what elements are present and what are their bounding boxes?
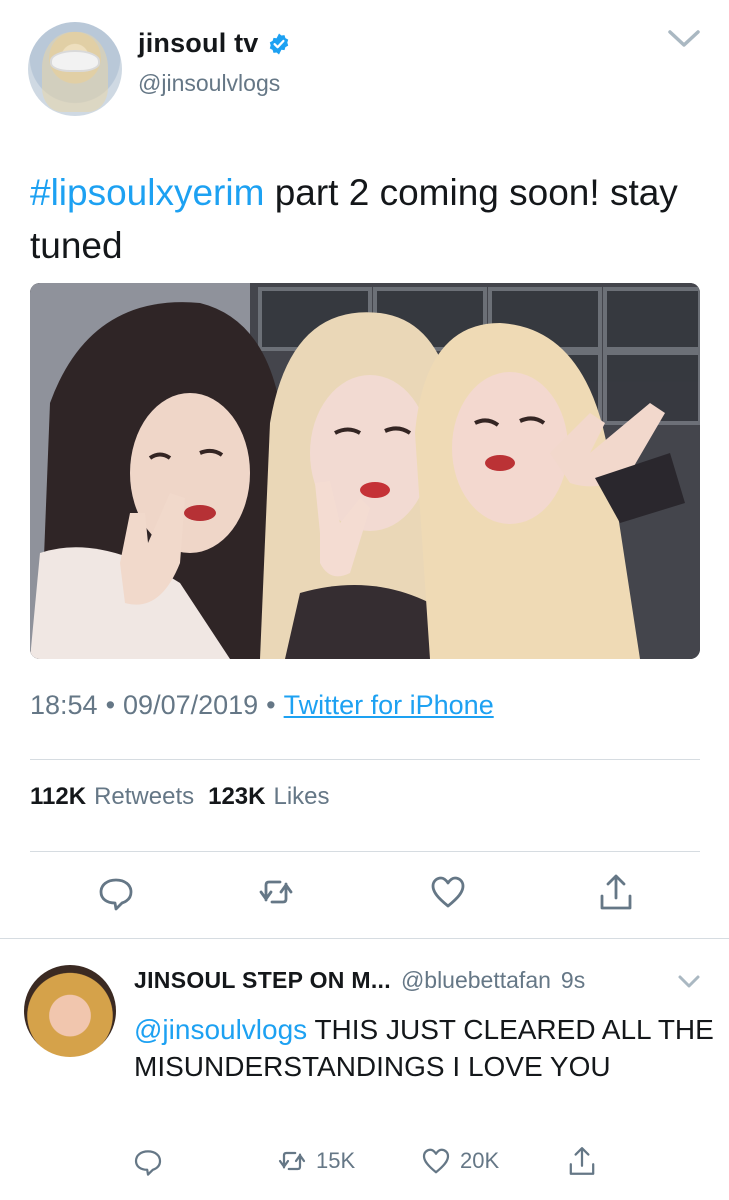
reply-header: JINSOUL STEP ON M... @bluebettafan 9s xyxy=(134,967,585,994)
reply-reply-button[interactable] xyxy=(132,1139,164,1183)
reply-like-button[interactable]: 20K xyxy=(420,1139,499,1183)
reply-action-bar: 15K 20K xyxy=(0,1139,729,1183)
reply-text: @jinsoulvlogs THIS JUST CLEARED ALL THE … xyxy=(134,1011,714,1085)
meta-separator: • xyxy=(105,690,116,720)
meta-separator: • xyxy=(266,690,276,720)
reply-share-button[interactable] xyxy=(566,1139,598,1183)
author-name-row: jinsoul tv xyxy=(138,28,291,59)
retweet-icon xyxy=(278,1151,306,1171)
author-handle[interactable]: @jinsoulvlogs xyxy=(138,70,280,97)
tweet-action-bar xyxy=(0,872,729,920)
likes-stat[interactable]: 123K Likes xyxy=(208,783,329,811)
reply-display-name[interactable]: JINSOUL STEP ON M... xyxy=(134,967,391,994)
chevron-down-icon[interactable] xyxy=(666,26,702,52)
reply-author-avatar[interactable] xyxy=(24,965,116,1057)
tweet-photo[interactable] xyxy=(30,283,700,659)
reply-retweet-count: 15K xyxy=(316,1148,356,1173)
divider xyxy=(30,759,700,760)
avatar-hair xyxy=(42,32,108,112)
heart-icon xyxy=(422,1148,450,1174)
reply-like-count: 20K xyxy=(460,1148,500,1173)
reply-icon xyxy=(134,1150,162,1176)
retweets-stat[interactable]: 112K Retweets xyxy=(30,783,194,811)
verified-badge-icon xyxy=(269,33,288,54)
reply-icon[interactable] xyxy=(96,872,136,912)
divider xyxy=(30,851,700,852)
tweet-metadata: 18:54 • 09/07/2019 • Twitter for iPhone xyxy=(30,690,494,721)
tweet-source-link[interactable]: Twitter for iPhone xyxy=(284,690,494,721)
retweets-count: 112K xyxy=(30,783,87,810)
reply-mention-link[interactable]: @jinsoulvlogs xyxy=(134,1014,307,1045)
heart-icon[interactable] xyxy=(428,872,468,912)
likes-label: Likes xyxy=(273,783,330,810)
author-display-name[interactable]: jinsoul tv xyxy=(138,28,259,59)
reply-time: 9s xyxy=(560,967,586,993)
share-icon[interactable] xyxy=(596,872,636,912)
likes-count: 123K xyxy=(208,783,266,810)
retweet-icon[interactable] xyxy=(256,872,296,912)
retweets-label: Retweets xyxy=(94,783,195,810)
tweet-time: 18:54 xyxy=(30,690,98,720)
reply-handle[interactable]: @bluebettafan xyxy=(401,967,551,994)
photo-illustration xyxy=(30,283,700,659)
tweet-date: 09/07/2019 xyxy=(123,690,259,720)
tweet-text: #lipsoulxyerim part 2 coming soon! stay … xyxy=(30,166,710,272)
main-tweet: jinsoul tv @jinsoulvlogs #lipsoulxyerim … xyxy=(0,0,729,938)
engagement-stats: 112K Retweets 123K Likes xyxy=(30,783,330,811)
author-avatar[interactable] xyxy=(28,22,122,116)
share-icon xyxy=(569,1147,595,1175)
avatar-mask xyxy=(50,50,100,72)
chevron-down-icon[interactable] xyxy=(676,971,702,993)
hashtag-link[interactable]: #lipsoulxyerim xyxy=(30,172,264,213)
reply-tweet[interactable]: JINSOUL STEP ON M... @bluebettafan 9s @j… xyxy=(0,939,729,1200)
reply-retweet-button[interactable]: 15K xyxy=(276,1139,355,1183)
